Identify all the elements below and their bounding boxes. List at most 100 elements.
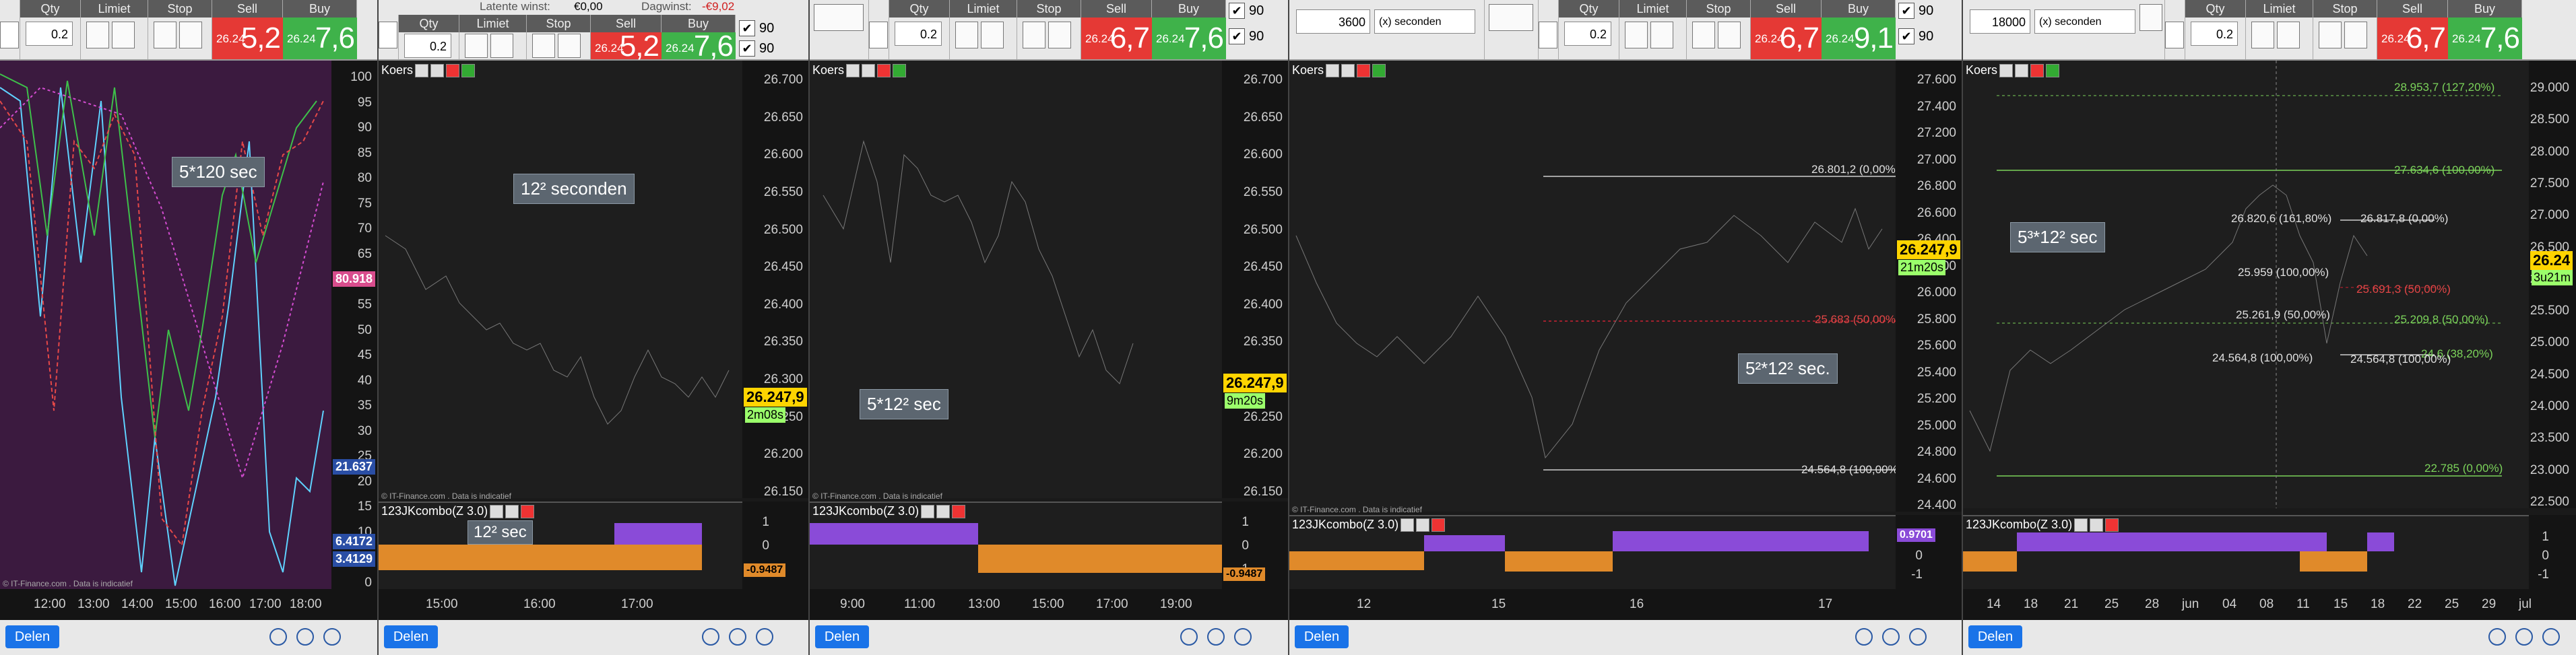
sell-button[interactable]: 26.24 5,2 — [212, 18, 283, 59]
stop-grid-icon-2[interactable] — [558, 34, 581, 58]
wrench-cell[interactable] — [379, 15, 399, 59]
y-tick: 29.000 — [2530, 81, 2569, 95]
stop-grid-icon-2[interactable] — [1718, 22, 1741, 48]
checkbox[interactable]: ✔ — [1229, 3, 1245, 19]
share-button[interactable]: Delen — [815, 625, 869, 648]
stop-grid-icon[interactable] — [1023, 22, 1045, 48]
stop-grid-icon[interactable] — [532, 34, 555, 58]
zoom-fit-icon[interactable] — [1234, 628, 1252, 646]
zoom-out-icon[interactable] — [296, 628, 314, 646]
stop-grid-icon[interactable] — [2319, 22, 2342, 48]
checkbox[interactable]: ✔ — [739, 20, 755, 36]
interval-input[interactable]: 3600 — [1296, 9, 1370, 34]
qty-input[interactable]: 0.2 — [2191, 22, 2238, 46]
limit-grid-icon-2[interactable] — [112, 22, 135, 48]
zoom-out-icon[interactable] — [729, 628, 746, 646]
y-tick: 26.350 — [1243, 335, 1283, 349]
limit-grid-icon-2[interactable] — [981, 22, 1004, 48]
candle-chart[interactable]: Koers — [379, 61, 742, 498]
oscillator-chart[interactable] — [0, 61, 331, 589]
interval-input[interactable]: 18000 — [1970, 9, 2030, 34]
limit-grid-icon[interactable] — [86, 22, 109, 48]
limit-grid-icon[interactable] — [465, 34, 488, 58]
share-button[interactable]: Delen — [1968, 625, 2022, 648]
checkbox[interactable]: ✔ — [1898, 28, 1914, 44]
level-label-bot: 24.564,8 (100,00%) — [1801, 463, 1902, 476]
checkbox[interactable]: ✔ — [1229, 28, 1245, 44]
stop-grid-icon[interactable] — [1692, 22, 1715, 48]
chart-type-cell[interactable] — [810, 0, 869, 59]
buy-button[interactable]: 26.24 7,6 — [283, 18, 357, 59]
zoom-in-icon[interactable] — [269, 628, 287, 646]
checkbox-value: 90 — [1249, 28, 1264, 44]
checkbox[interactable]: ✔ — [1898, 3, 1914, 19]
stop-grid-icon[interactable] — [154, 22, 176, 48]
chart-type-icon[interactable] — [2139, 4, 2162, 31]
zoom-fit-icon[interactable] — [2542, 628, 2560, 646]
sell-button[interactable]: 26.24 5,2 — [591, 30, 662, 63]
stop-grid-icon-2[interactable] — [2344, 22, 2367, 48]
zoom-out-icon[interactable] — [2515, 628, 2533, 646]
chart-type-icon[interactable] — [1489, 4, 1533, 31]
stop-grid-icon-2[interactable] — [1048, 22, 1071, 48]
qty-header: Qty — [2185, 0, 2245, 18]
bottom-bar: Delen — [1963, 620, 2576, 655]
sell-button[interactable]: 26.24 6,7 — [1081, 18, 1152, 59]
wrench-icon[interactable] — [2165, 22, 2184, 48]
limit-grid-icon[interactable] — [955, 22, 978, 48]
limit-grid-icon[interactable] — [1625, 22, 1648, 48]
share-button[interactable]: Delen — [5, 625, 59, 648]
zoom-fit-icon[interactable] — [1909, 628, 1927, 646]
y-tick: 75 — [357, 196, 372, 211]
buy-cell: Buy 26.24 7,6 — [2448, 0, 2522, 59]
y-tick: 85 — [357, 145, 372, 160]
wrench-icon[interactable] — [379, 22, 397, 48]
limit-grid-icon-2[interactable] — [490, 34, 513, 58]
sell-button[interactable]: 26.24 6,7 — [2377, 18, 2448, 59]
buy-button[interactable]: 26.24 9,1 — [1822, 18, 1896, 59]
qty-input[interactable]: 0.2 — [26, 22, 73, 46]
buy-button[interactable]: 26.24 7,6 — [2448, 18, 2522, 59]
wrench-cell[interactable] — [2165, 0, 2185, 59]
buy-button[interactable]: 26.24 7,6 — [1152, 18, 1226, 59]
wrench-icon[interactable] — [0, 22, 19, 48]
interval-unit-select[interactable]: (x) seconden — [1374, 9, 1475, 34]
qty-input[interactable]: 0.2 — [404, 34, 451, 58]
limit-grid-icon-2[interactable] — [2277, 22, 2300, 48]
wrench-icon[interactable] — [869, 22, 888, 48]
zoom-in-icon[interactable] — [1855, 628, 1873, 646]
limit-grid-icon[interactable] — [2251, 22, 2274, 48]
zoom-fit-icon[interactable] — [756, 628, 773, 646]
countdown-tag: 2m08s — [745, 407, 786, 423]
y-tick: 24.500 — [2530, 367, 2569, 382]
wrench-cell[interactable] — [1539, 0, 1559, 59]
share-button[interactable]: Delen — [1295, 625, 1349, 648]
zoom-in-icon[interactable] — [2488, 628, 2506, 646]
qty-input[interactable]: 0.2 — [1564, 22, 1611, 46]
stop-grid-icon-2[interactable] — [179, 22, 202, 48]
chart-type-cell[interactable] — [1485, 0, 1539, 59]
candle-chart[interactable]: Koers — [1289, 61, 1896, 512]
zoom-in-icon[interactable] — [1180, 628, 1198, 646]
zoom-in-icon[interactable] — [702, 628, 719, 646]
checkbox[interactable]: ✔ — [739, 40, 755, 57]
interval-unit-select[interactable]: (x) seconden — [2034, 9, 2135, 34]
qty-input[interactable]: 0.2 — [895, 22, 942, 46]
zoom-out-icon[interactable] — [1882, 628, 1900, 646]
wrench-icon[interactable] — [1539, 22, 1557, 48]
value-tag-2: 21.637 — [333, 459, 376, 475]
sell-button[interactable]: 26.24 6,7 — [1751, 18, 1822, 59]
qty-header: Qty — [20, 0, 80, 18]
chart-type-icon[interactable] — [814, 4, 864, 31]
wrench-cell[interactable] — [0, 0, 20, 59]
stop-cell: Stop — [1687, 0, 1751, 59]
wrench-cell[interactable] — [869, 0, 889, 59]
limit-grid-icon-2[interactable] — [1650, 22, 1673, 48]
y-axis: 26.700 26.650 26.600 26.550 26.500 26.450 26.4… — [742, 61, 808, 499]
y-tick: 27.400 — [1917, 99, 1956, 114]
zoom-out-icon[interactable] — [1207, 628, 1225, 646]
share-button[interactable]: Delen — [384, 625, 438, 648]
zoom-fit-icon[interactable] — [323, 628, 341, 646]
candle-chart[interactable]: Koers — [810, 61, 1222, 498]
buy-button[interactable]: 26.24 7,6 — [662, 30, 736, 63]
